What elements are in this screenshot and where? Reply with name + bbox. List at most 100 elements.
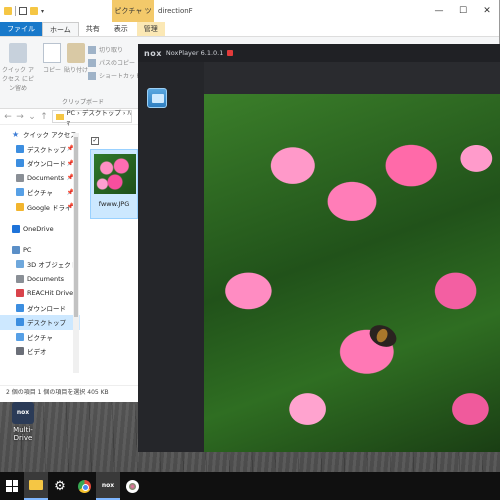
tab-share[interactable]: 共有 xyxy=(79,22,107,36)
gear-icon: ⚙ xyxy=(54,478,66,494)
pin-icon xyxy=(9,43,27,63)
pin-label: クイック アクセス にピン留め xyxy=(2,67,34,92)
taskbar-settings[interactable]: ⚙ xyxy=(48,472,72,500)
copy-icon xyxy=(43,43,61,63)
reach-icon xyxy=(16,289,24,298)
obj3d-icon xyxy=(16,260,24,269)
file-list: ✓ fwww.JPG xyxy=(82,127,140,385)
address-bar[interactable]: PC › デスクトップ › ﾊﾏ xyxy=(52,109,132,127)
picture-tools-tab[interactable]: ピクチャ ツール xyxy=(112,0,154,37)
close-button[interactable]: ✕ xyxy=(475,0,499,22)
flower-photo xyxy=(204,94,500,452)
tab-view[interactable]: 表示 xyxy=(107,22,135,36)
nav-item-label: ピクチャ xyxy=(27,189,53,198)
cut-button[interactable]: 切り取り xyxy=(88,45,123,54)
nav-item-gdrive[interactable]: Google ドライブ 📌 xyxy=(0,200,80,215)
quick-access-toolbar: ▾ xyxy=(0,6,44,16)
nox-multi-drive-icon: nox xyxy=(12,402,34,424)
download-icon xyxy=(16,159,24,168)
taskbar-nox[interactable]: nox xyxy=(96,472,120,500)
separator xyxy=(15,6,16,16)
nav-item-pic[interactable]: ピクチャ xyxy=(0,330,80,345)
chrome-icon xyxy=(77,479,91,493)
new-folder-icon[interactable] xyxy=(30,7,38,15)
doc-icon xyxy=(16,274,24,283)
paste-icon xyxy=(67,43,85,63)
nav-item-pic[interactable]: ピクチャ 📌 xyxy=(0,185,80,200)
nav-item-label: OneDrive xyxy=(23,225,54,234)
customize-toolbar-icon[interactable]: ▾ xyxy=(41,8,44,15)
nox-app-topbar xyxy=(204,62,500,94)
select-all-checkbox[interactable]: ✓ xyxy=(91,137,99,145)
folder-icon xyxy=(4,7,12,15)
explorer-titlebar: ▾ ピクチャ ツール directionF — ☐ ✕ xyxy=(0,0,499,37)
tab-file[interactable]: ファイル xyxy=(0,22,42,36)
download-icon xyxy=(16,303,24,312)
nav-item-doc[interactable]: Documents xyxy=(0,272,80,287)
navigation-scrollbar[interactable] xyxy=(73,133,79,373)
file-item[interactable]: fwww.JPG xyxy=(90,149,138,219)
nav-item-desktop[interactable]: デスクトップ 📌 xyxy=(0,142,80,157)
start-button[interactable] xyxy=(0,472,24,500)
nav-item-download[interactable]: ダウンロード 📌 xyxy=(0,156,80,171)
windows-logo-icon xyxy=(6,480,18,492)
taskbar-photos[interactable] xyxy=(120,472,144,500)
ribbon-tabs: ファイル ホーム 共有 表示 管理 xyxy=(0,22,499,36)
gallery-app-icon[interactable] xyxy=(147,88,167,108)
clipboard-group-label: クリップボード xyxy=(62,99,105,106)
nox-icon: nox xyxy=(101,481,115,489)
desktop-icon-label: Multi-Drive xyxy=(13,426,33,442)
pic-icon xyxy=(16,332,24,341)
record-icon[interactable] xyxy=(227,50,234,56)
nav-item-label: クイック アクセス xyxy=(23,131,77,140)
copy-path-icon xyxy=(88,58,96,67)
bee-in-photo xyxy=(366,321,400,351)
back-button[interactable]: ← xyxy=(4,112,12,122)
pin-to-quick-access-button[interactable]: クイック アクセス にピン留め xyxy=(2,43,34,92)
forward-button[interactable]: → xyxy=(16,112,24,122)
copy-label: コピー xyxy=(42,67,61,74)
scrollbar-thumb[interactable] xyxy=(74,137,78,317)
nav-item-label: PC xyxy=(23,245,32,254)
copy-path-label: パスのコピー xyxy=(99,60,136,67)
desktop-icon xyxy=(16,144,24,153)
tab-manage[interactable]: 管理 xyxy=(136,22,165,36)
nav-item-desktop[interactable]: デスクトップ xyxy=(0,315,80,330)
up-button[interactable]: ↑ xyxy=(40,112,48,122)
tab-home[interactable]: ホーム xyxy=(42,22,79,36)
taskbar: ⚙ nox xyxy=(0,472,500,500)
onedrive-icon xyxy=(12,225,20,234)
video-icon xyxy=(16,347,24,356)
desktop-icon-multi-drive[interactable]: nox Multi-Drive xyxy=(4,402,42,442)
nav-item-doc[interactable]: Documents 📌 xyxy=(0,171,80,186)
nav-item-label: デスクトップ xyxy=(27,145,66,154)
paste-shortcut-icon xyxy=(88,71,96,80)
photos-icon xyxy=(125,479,139,493)
nav-item-label: ダウンロード xyxy=(27,160,66,169)
desktop-icon xyxy=(16,318,24,327)
nav-item-onedrive[interactable]: OneDrive xyxy=(0,222,80,237)
pc-icon xyxy=(12,245,20,254)
nav-item-video[interactable]: ビデオ xyxy=(0,344,80,359)
window-title: directionF xyxy=(158,7,193,15)
navigation-pane: ★ クイック アクセス デスクトップ 📌 ダウンロード 📌 Documents 📌 ピクチャ 📌 G… xyxy=(0,127,80,385)
nav-item-reach[interactable]: REACHit Drive xyxy=(0,286,80,301)
copy-path-button[interactable]: パスのコピー xyxy=(88,58,135,67)
maximize-button[interactable]: ☐ xyxy=(451,0,475,22)
nox-logo: nox xyxy=(144,48,162,58)
nav-item-pc[interactable]: PC xyxy=(0,243,80,258)
properties-icon[interactable] xyxy=(19,7,27,15)
file-name: fwww.JPG xyxy=(98,200,130,208)
nav-item-obj3d[interactable]: 3D オブジェクト xyxy=(0,257,80,272)
minimize-button[interactable]: — xyxy=(427,0,451,22)
nav-item-label: ビデオ xyxy=(27,348,47,357)
nav-item-star[interactable]: ★ クイック アクセス xyxy=(0,127,80,142)
star-icon: ★ xyxy=(12,129,20,139)
taskbar-file-explorer[interactable] xyxy=(24,472,48,500)
nox-titlebar: nox NoxPlayer 6.1.0.1 xyxy=(138,44,500,62)
doc-icon xyxy=(16,173,24,182)
nav-item-label: 3D オブジェクト xyxy=(27,261,78,270)
recent-locations-button[interactable]: ⌄ xyxy=(28,112,36,122)
taskbar-chrome[interactable] xyxy=(72,472,96,500)
nav-item-download[interactable]: ダウンロード xyxy=(0,301,80,316)
